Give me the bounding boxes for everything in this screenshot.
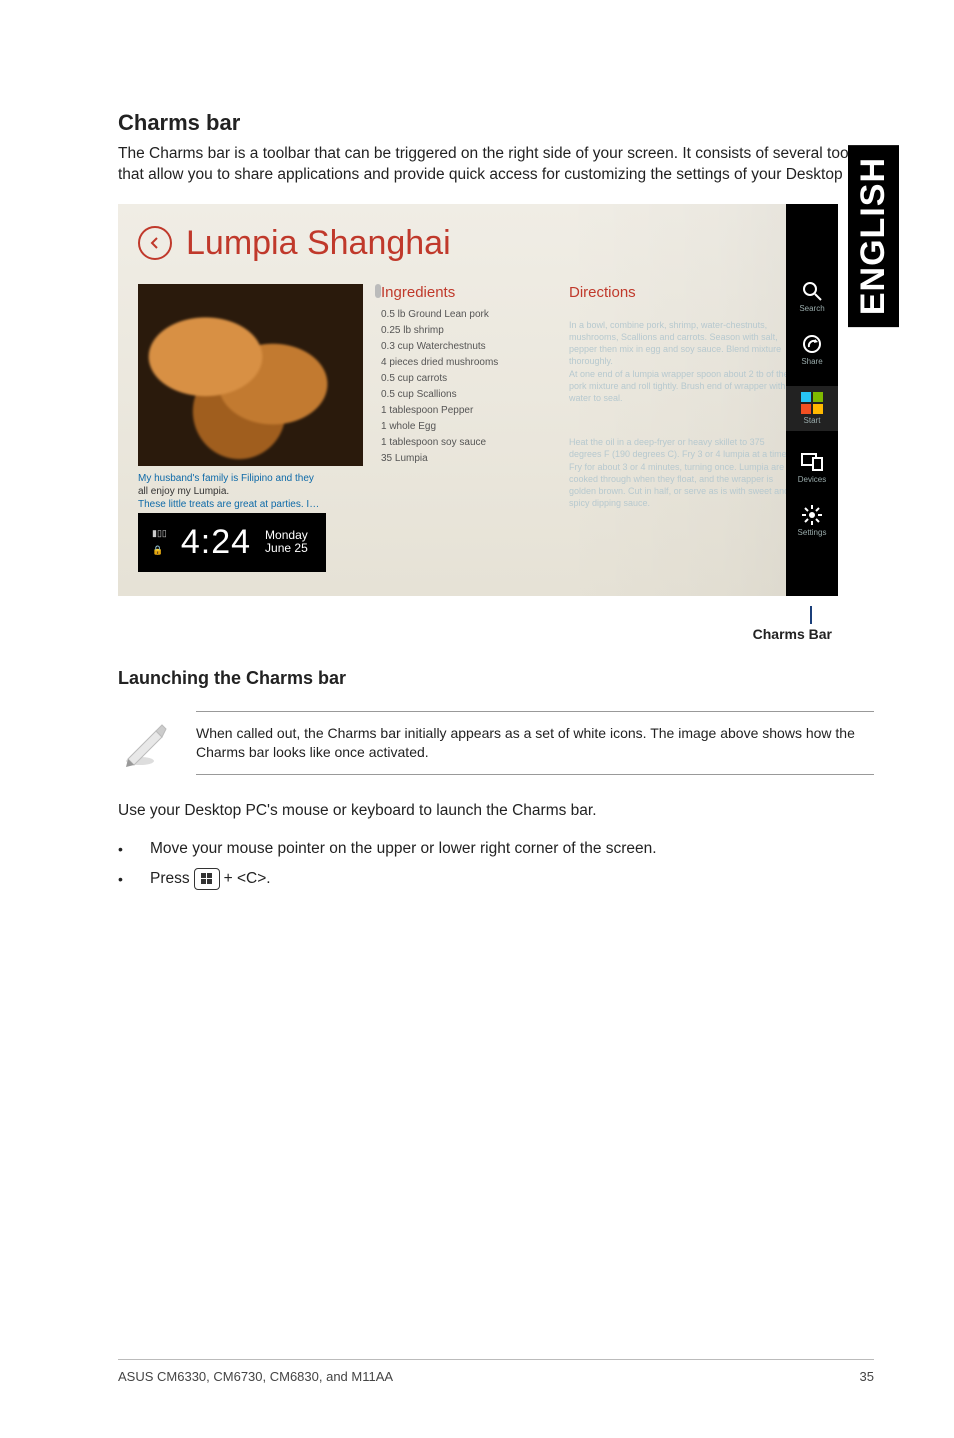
scroll-thumb[interactable] xyxy=(375,284,381,298)
lock-icon: 🔒 xyxy=(152,545,167,556)
charm-search[interactable]: Search xyxy=(786,280,838,313)
charms-bar: Search Share Start Devices xyxy=(786,204,838,596)
charm-share[interactable]: Share xyxy=(786,333,838,366)
charm-start[interactable]: Start xyxy=(786,386,838,431)
search-icon xyxy=(801,280,823,302)
devices-icon xyxy=(801,451,823,473)
settings-icon xyxy=(801,504,823,526)
ingredients-list: 0.5 lb Ground Lean pork 0.25 lb shrimp 0… xyxy=(381,307,551,467)
subsection-heading: Launching the Charms bar xyxy=(118,668,874,689)
charm-settings[interactable]: Settings xyxy=(786,504,838,537)
callout-line xyxy=(810,606,812,624)
note-icon xyxy=(118,717,170,769)
recipe-title: Lumpia Shanghai xyxy=(186,224,451,263)
ingredients-heading: Ingredients xyxy=(381,284,551,301)
directions-heading: Directions xyxy=(569,284,794,301)
section-heading: Charms bar xyxy=(118,110,874,136)
note-text: When called out, the Charms bar initiall… xyxy=(196,711,874,775)
share-icon xyxy=(801,333,823,355)
start-icon xyxy=(801,392,823,414)
clock-widget: ▮▯▯ 🔒 4:24 Monday June 25 xyxy=(138,513,326,572)
screenshot-caption: Charms Bar xyxy=(118,626,838,642)
footer-product: ASUS CM6330, CM6730, CM6830, and M11AA xyxy=(118,1369,393,1384)
step-2: Press + <C>. xyxy=(118,868,874,890)
intro-paragraph: The Charms bar is a toolbar that can be … xyxy=(118,144,874,186)
step-1: Move your mouse pointer on the upper or … xyxy=(118,840,874,858)
charm-devices[interactable]: Devices xyxy=(786,451,838,484)
back-button[interactable] xyxy=(138,226,172,260)
clock-day: Monday xyxy=(265,529,308,543)
directions-text: In a bowl, combine pork, shrimp, water-c… xyxy=(569,307,794,521)
language-tab: ENGLISH xyxy=(848,145,899,327)
instruction-text: Use your Desktop PC's mouse or keyboard … xyxy=(118,801,874,822)
screenshot: Lumpia Shanghai My husband's family is F… xyxy=(118,204,838,596)
recipe-photo xyxy=(138,284,363,466)
page-number: 35 xyxy=(860,1369,874,1384)
signal-icon: ▮▯▯ xyxy=(152,528,167,539)
clock-date: June 25 xyxy=(265,542,308,556)
clock-time: 4:24 xyxy=(181,523,251,562)
windows-key-icon xyxy=(194,868,220,890)
